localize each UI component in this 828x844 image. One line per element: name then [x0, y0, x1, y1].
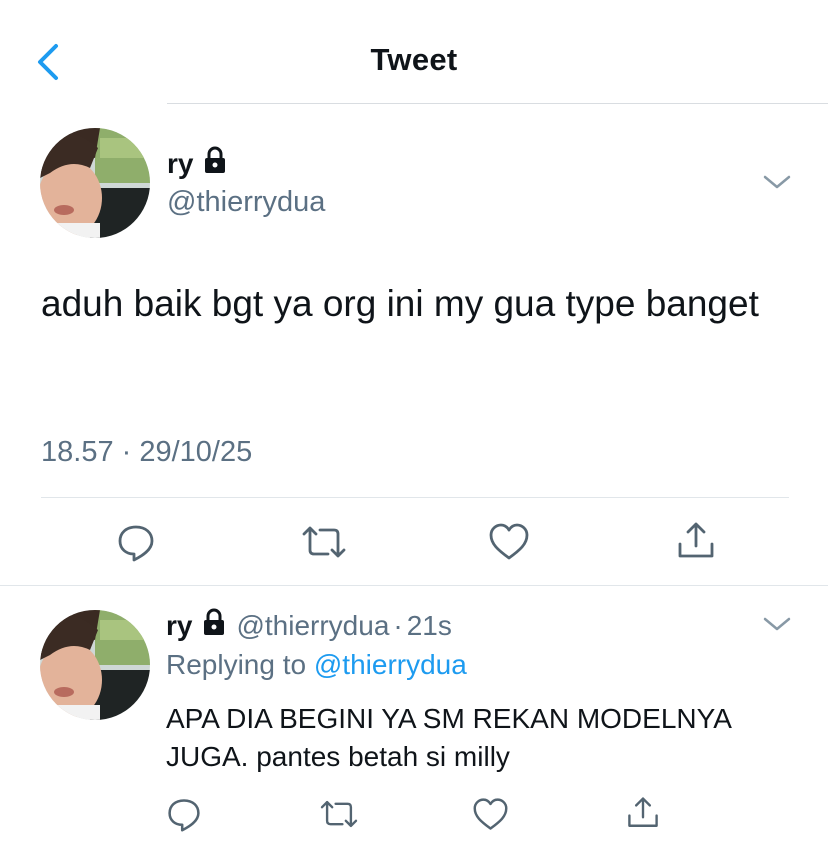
lock-icon	[203, 146, 227, 181]
reply-text: APA DIA BEGINI YA SM REKAN MODELNYA JUGA…	[166, 703, 731, 772]
replying-to-label: Replying to	[166, 649, 307, 680]
reply-icon	[118, 525, 154, 562]
reply-like-button[interactable]	[472, 797, 509, 832]
replying-to: Replying to @thierrydua	[166, 649, 467, 681]
separator-dot: ·	[393, 609, 403, 641]
reply-icon	[168, 799, 200, 832]
retweet-icon	[320, 800, 358, 828]
header-divider	[167, 103, 828, 104]
lock-icon	[202, 608, 226, 643]
reply-time[interactable]: 21s	[407, 610, 452, 642]
share-button[interactable]	[676, 520, 716, 562]
chevron-down-icon	[763, 175, 791, 189]
page-title: Tweet	[370, 42, 458, 77]
tweet-timestamp[interactable]: 18.57 · 29/10/25	[41, 436, 252, 469]
like-button[interactable]	[488, 522, 530, 562]
reply-share-button[interactable]	[626, 795, 660, 831]
reply-header: ry @thierrydua · 21s	[166, 608, 452, 643]
share-icon	[628, 797, 658, 827]
reply-menu-button[interactable]	[762, 614, 792, 634]
tweet-text: aduh baik bgt ya org ini my gua type ban…	[41, 283, 759, 324]
reply-button[interactable]	[116, 522, 156, 562]
divider	[41, 497, 789, 498]
reply-retweet-button[interactable]	[318, 797, 360, 831]
avatar[interactable]	[40, 128, 150, 238]
author-name-row: ry	[167, 146, 227, 181]
reply-author-name[interactable]: ry	[166, 610, 192, 642]
reply-avatar[interactable]	[40, 610, 150, 720]
top-bar: Tweet	[0, 0, 828, 104]
replying-to-mention[interactable]: @thierrydua	[314, 649, 467, 680]
heart-icon	[473, 798, 508, 830]
tweet-menu-button[interactable]	[762, 172, 792, 192]
reply-reply-button[interactable]	[166, 796, 202, 832]
heart-icon	[489, 523, 529, 560]
retweet-button[interactable]	[300, 522, 348, 562]
divider	[0, 585, 828, 586]
chevron-down-icon	[763, 617, 791, 631]
author-handle[interactable]: @thierrydua	[167, 186, 325, 219]
reply-author-handle[interactable]: @thierrydua	[236, 610, 389, 642]
retweet-icon	[302, 526, 346, 558]
share-icon	[678, 522, 714, 558]
author-name[interactable]: ry	[167, 148, 193, 180]
